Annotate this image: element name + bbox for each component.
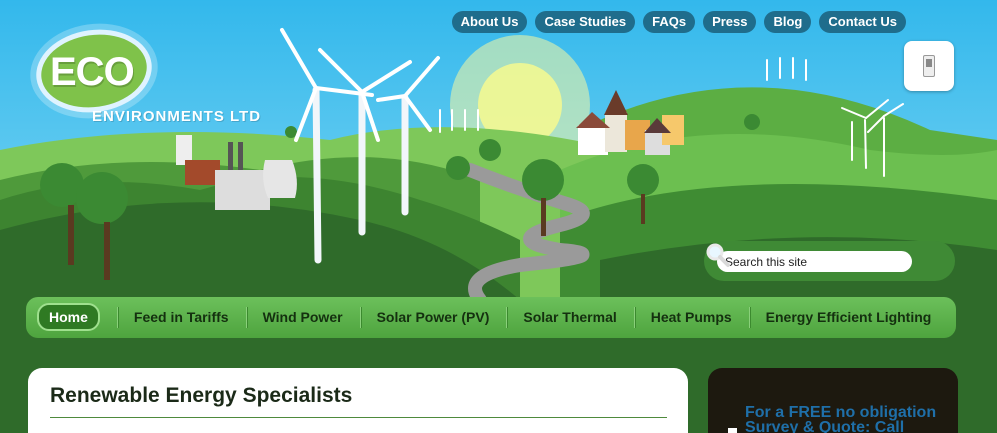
- magnifier-icon[interactable]: [704, 241, 732, 269]
- switch-toggle-icon: [926, 59, 932, 67]
- main-nav-home[interactable]: Home: [30, 297, 117, 338]
- heading-divider: [50, 417, 667, 418]
- eco-environments-logo[interactable]: ECO ENVIRONMENTS LTD: [22, 20, 262, 130]
- sidebar-promo-panel: For a FREE no obligation Survey & Quote:…: [708, 368, 958, 433]
- phone-icon: [728, 428, 737, 433]
- logo-sub-text: ENVIRONMENTS LTD: [92, 108, 262, 125]
- main-nav-solar-thermal[interactable]: Solar Thermal: [506, 297, 633, 338]
- promo-text: For a FREE no obligation Survey & Quote:…: [745, 404, 937, 433]
- top-nav-case-studies[interactable]: Case Studies: [535, 11, 636, 33]
- search-box: [704, 241, 955, 281]
- main-nav-energy-efficient-lighting[interactable]: Energy Efficient Lighting: [748, 297, 949, 338]
- top-navigation: About Us Case Studies FAQs Press Blog Co…: [451, 11, 906, 33]
- search-input[interactable]: [717, 251, 912, 272]
- top-nav-contact-us[interactable]: Contact Us: [819, 11, 906, 33]
- main-nav-heat-pumps[interactable]: Heat Pumps: [633, 297, 749, 338]
- main-navigation: Home Feed in Tariffs Wind Power Solar Po…: [26, 297, 956, 338]
- page-heading: Renewable Energy Specialists: [50, 384, 353, 407]
- top-nav-blog[interactable]: Blog: [764, 11, 812, 33]
- light-switch-button[interactable]: [904, 41, 954, 91]
- main-nav-wind-power[interactable]: Wind Power: [245, 297, 360, 338]
- main-content-panel: Renewable Energy Specialists: [28, 368, 688, 433]
- logo-main-text: ECO: [50, 50, 135, 94]
- header-illustration: ECO ENVIRONMENTS LTD About Us Case Studi…: [0, 0, 997, 300]
- main-nav-solar-power-pv[interactable]: Solar Power (PV): [359, 297, 507, 338]
- top-nav-faqs[interactable]: FAQs: [643, 11, 696, 33]
- top-nav-about-us[interactable]: About Us: [451, 11, 528, 33]
- main-nav-feed-in-tariffs[interactable]: Feed in Tariffs: [116, 297, 246, 338]
- top-nav-press[interactable]: Press: [703, 11, 757, 33]
- main-nav-home-label: Home: [37, 303, 100, 331]
